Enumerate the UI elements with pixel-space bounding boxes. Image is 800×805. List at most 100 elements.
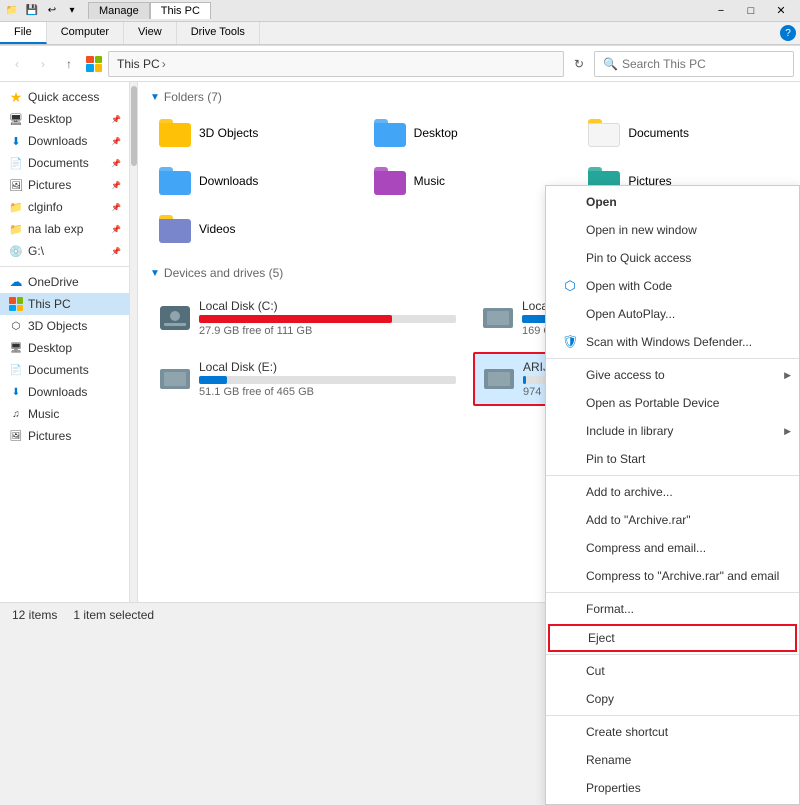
ctx-label: Open with Code xyxy=(586,279,672,293)
maximize-button[interactable]: □ xyxy=(736,0,766,22)
folder-name: 3D Objects xyxy=(199,126,258,140)
save-icon[interactable]: 💾 xyxy=(24,3,40,19)
sidebar-item-pictures-qa[interactable]: 🖼 Pictures 📌 xyxy=(0,174,129,196)
ctx-label: Add to "Archive.rar" xyxy=(586,513,691,527)
ctx-label: Create shortcut xyxy=(586,725,668,739)
folders-chevron[interactable]: ▼ xyxy=(150,92,160,103)
ctx-scan-defender[interactable]: 🛡 Scan with Windows Defender... xyxy=(546,328,799,356)
search-input[interactable] xyxy=(622,57,785,71)
drive-info-c: Local Disk (C:) 27.9 GB free of 111 GB xyxy=(199,299,456,337)
tab-computer[interactable]: Computer xyxy=(47,22,124,44)
ctx-label: Pin to Quick access xyxy=(586,251,691,265)
drives-header-label: Devices and drives (5) xyxy=(164,266,283,280)
eject-icon xyxy=(564,630,580,646)
pin-start-icon xyxy=(562,451,578,467)
thispc-tab[interactable]: This PC xyxy=(150,2,211,19)
path-separator: › xyxy=(162,57,166,71)
archive-rar-icon xyxy=(562,512,578,528)
folder-item-documents[interactable]: Documents xyxy=(579,112,788,154)
sidebar-item-g[interactable]: 💿 G:\ 📌 xyxy=(0,240,129,262)
sidebar-item-downloads[interactable]: ⬇ Downloads xyxy=(0,381,129,403)
sidebar-item-desktop-qa[interactable]: 🖥 Desktop 📌 xyxy=(0,108,129,130)
open-new-window-icon xyxy=(562,222,578,238)
close-button[interactable]: ✕ xyxy=(766,0,796,22)
folder-icon-videos xyxy=(159,215,191,243)
music-icon: ♫ xyxy=(8,406,24,422)
drive-item-c[interactable]: Local Disk (C:) 27.9 GB free of 111 GB xyxy=(150,292,465,344)
ctx-include-library[interactable]: Include in library xyxy=(546,417,799,445)
sidebar-scrollbar[interactable] xyxy=(130,82,138,602)
sidebar-item-3dobjects[interactable]: ⬡ 3D Objects xyxy=(0,315,129,337)
ctx-compress-email[interactable]: Compress and email... xyxy=(546,534,799,562)
back-button[interactable]: ‹ xyxy=(6,53,28,75)
undo-icon[interactable]: ↩ xyxy=(44,3,60,19)
shortcut-icon xyxy=(562,724,578,740)
ctx-open-with-code[interactable]: ⬡ Open with Code xyxy=(546,272,799,300)
path-thispc: This PC xyxy=(117,57,160,71)
sidebar-onedrive[interactable]: ☁ OneDrive xyxy=(0,271,129,293)
ctx-give-access[interactable]: Give access to xyxy=(546,361,799,389)
refresh-button[interactable]: ↻ xyxy=(568,53,590,75)
ctx-rename[interactable]: Rename xyxy=(546,746,799,774)
ctx-create-shortcut[interactable]: Create shortcut xyxy=(546,718,799,746)
pin-icon: 📌 xyxy=(111,247,121,256)
sidebar-item-downloads-qa[interactable]: ⬇ Downloads 📌 xyxy=(0,130,129,152)
sidebar-item-documents[interactable]: 📄 Documents xyxy=(0,359,129,381)
ctx-label: Scan with Windows Defender... xyxy=(586,335,752,349)
ctx-open-autoplay[interactable]: Open AutoPlay... xyxy=(546,300,799,328)
ctx-pin-start[interactable]: Pin to Start xyxy=(546,445,799,473)
folder-item-3dobjects[interactable]: 3D Objects xyxy=(150,112,359,154)
minimize-button[interactable]: − xyxy=(706,0,736,22)
folder-item-downloads[interactable]: Downloads xyxy=(150,160,359,202)
ctx-open[interactable]: Open xyxy=(546,188,799,216)
archive-icon xyxy=(562,484,578,500)
ctx-open-new-window[interactable]: Open in new window xyxy=(546,216,799,244)
ctx-pin-quick-access[interactable]: Pin to Quick access xyxy=(546,244,799,272)
ctx-label: Open as Portable Device xyxy=(586,396,719,410)
sidebar-item-nalab[interactable]: 📁 na lab exp 📌 xyxy=(0,218,129,240)
folder-item-desktop[interactable]: Desktop xyxy=(365,112,574,154)
search-box[interactable]: 🔍 xyxy=(594,51,794,77)
sidebar-label: G:\ xyxy=(28,244,44,258)
open-icon xyxy=(562,194,578,210)
tab-file[interactable]: File xyxy=(0,22,47,44)
downloads2-icon: ⬇ xyxy=(8,384,24,400)
ctx-add-archive-rar[interactable]: Add to "Archive.rar" xyxy=(546,506,799,534)
sidebar-item-music[interactable]: ♫ Music xyxy=(0,403,129,425)
folder-item-music[interactable]: Music xyxy=(365,160,574,202)
ctx-open-portable[interactable]: Open as Portable Device xyxy=(546,389,799,417)
ctx-add-archive[interactable]: Add to archive... xyxy=(546,478,799,506)
sidebar-item-pictures[interactable]: 🖼 Pictures xyxy=(0,425,129,447)
sidebar-thispc[interactable]: This PC xyxy=(0,293,129,315)
item-count: 12 items xyxy=(12,608,57,622)
tab-drive-tools[interactable]: Drive Tools xyxy=(177,22,260,44)
drives-chevron[interactable]: ▼ xyxy=(150,268,160,279)
3dobjects-icon: ⬡ xyxy=(8,318,24,334)
dropdown-icon[interactable]: ▾ xyxy=(64,3,80,19)
ctx-label: Compress to "Archive.rar" and email xyxy=(586,569,779,583)
ctx-compress-rar-email[interactable]: Compress to "Archive.rar" and email xyxy=(546,562,799,590)
ctx-copy[interactable]: Copy xyxy=(546,685,799,713)
folder-item-videos[interactable]: Videos xyxy=(150,208,359,250)
ctx-cut[interactable]: Cut xyxy=(546,657,799,685)
ctx-format[interactable]: Format... xyxy=(546,595,799,623)
manage-tab[interactable]: Manage xyxy=(88,2,150,19)
tab-view[interactable]: View xyxy=(124,22,177,44)
sidebar-label: Documents xyxy=(28,363,89,377)
thispc-path-icon xyxy=(84,54,104,74)
sidebar-item-desktop[interactable]: 🖥 Desktop xyxy=(0,337,129,359)
sidebar-item-documents-qa[interactable]: 📄 Documents 📌 xyxy=(0,152,129,174)
folder-name: Music xyxy=(414,174,445,188)
up-button[interactable]: ↑ xyxy=(58,53,80,75)
drive-item-e[interactable]: Local Disk (E:) 51.1 GB free of 465 GB xyxy=(150,352,465,406)
help-button[interactable]: ? xyxy=(780,25,796,41)
sidebar-item-clginfo[interactable]: 📁 clginfo 📌 xyxy=(0,196,129,218)
ctx-label: Rename xyxy=(586,753,631,767)
ctx-label: Open AutoPlay... xyxy=(586,307,675,321)
folders-header-label: Folders (7) xyxy=(164,90,222,104)
ribbon-tabs: File Computer View Drive Tools ? xyxy=(0,22,800,45)
sidebar-quick-access[interactable]: ★ Quick access xyxy=(0,86,129,108)
ctx-properties[interactable]: Properties xyxy=(546,774,799,802)
forward-button[interactable]: › xyxy=(32,53,54,75)
address-path[interactable]: This PC › xyxy=(108,51,564,77)
